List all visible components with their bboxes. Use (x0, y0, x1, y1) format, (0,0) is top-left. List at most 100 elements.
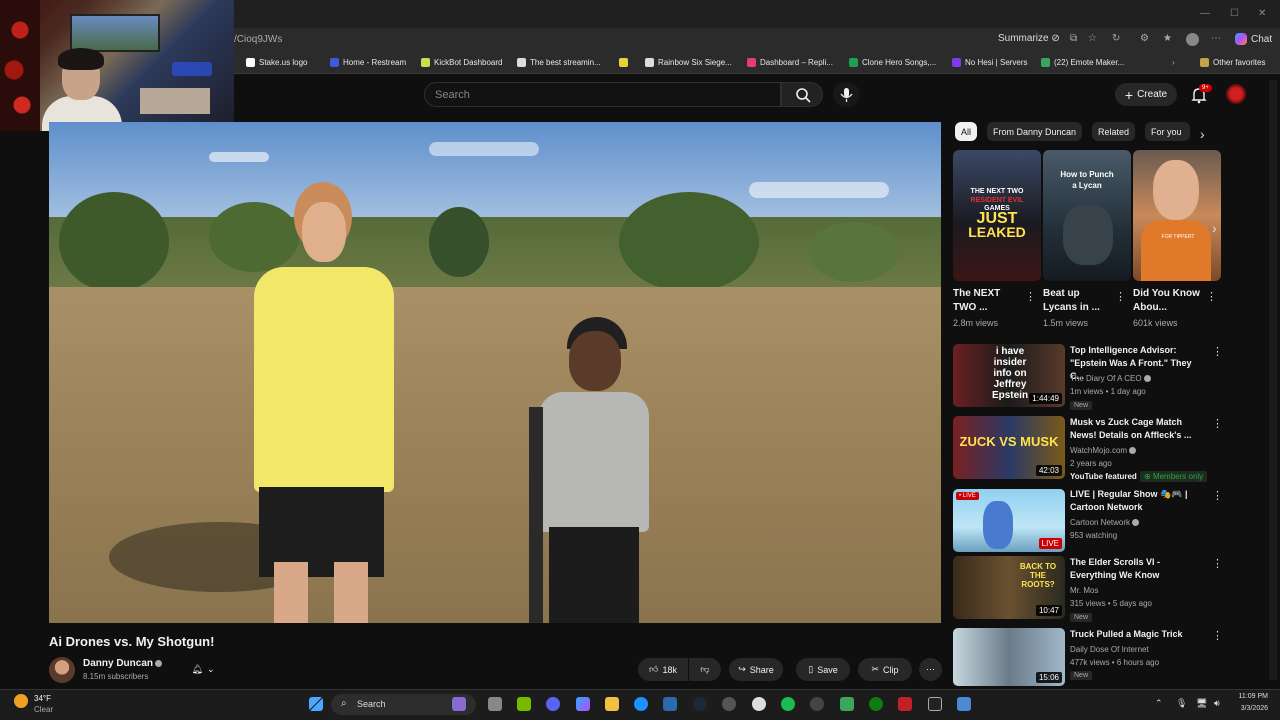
bookmark-item[interactable]: No Hesi | Servers (952, 58, 1028, 67)
nvidia-icon[interactable] (517, 697, 531, 711)
profile-avatar[interactable] (1186, 33, 1199, 46)
short-title[interactable]: Beat up Lycans in ... (1043, 287, 1115, 315)
more-vert-icon[interactable]: ⋮ (1212, 629, 1223, 642)
p-app-icon[interactable] (928, 697, 942, 711)
more-vert-icon[interactable]: ⋮ (1212, 557, 1223, 570)
bookmark-item[interactable]: Dashboard – Repli... (747, 58, 833, 67)
xbox-icon[interactable] (869, 697, 883, 711)
video-thumbnail[interactable]: 15:06 (953, 628, 1065, 686)
rec-channel[interactable]: The Diary Of A CEO (1070, 374, 1151, 383)
more-vert-icon[interactable]: ⋮ (1206, 290, 1217, 303)
windows-start-icon[interactable] (309, 697, 323, 711)
rec-title[interactable]: LIVE | Regular Show 🎭🎮 | Cartoon Network (1070, 488, 1204, 514)
rec-channel[interactable]: WatchMojo.com (1070, 446, 1137, 455)
short-title[interactable]: The NEXT TWO ... (953, 287, 1025, 315)
short-thumbnail[interactable]: How to Punch a Lycan (1043, 150, 1131, 281)
page-scrollbar[interactable] (1269, 80, 1277, 680)
rec-title[interactable]: Musk vs Zuck Cage Match News! Details on… (1070, 416, 1204, 442)
search-input[interactable]: Search (424, 82, 781, 107)
video-thumbnail[interactable]: • LIVE LIVE (953, 489, 1065, 552)
game-icon[interactable] (898, 697, 912, 711)
chip-for-you[interactable]: For you (1145, 122, 1190, 141)
app-icon[interactable] (722, 697, 736, 711)
video-thumbnail[interactable]: BACK TO THE ROOTS? 10:47 (953, 556, 1065, 619)
short-thumbnail[interactable]: FOR TIPPERT (1133, 150, 1221, 281)
more-vert-icon[interactable]: ⋮ (1212, 417, 1223, 430)
short-title[interactable]: Did You Know Abou... (1133, 287, 1205, 315)
task-view-icon[interactable] (488, 697, 502, 711)
bookmark-item[interactable]: (22) Emote Maker... (1041, 58, 1124, 67)
4k-icon[interactable] (810, 697, 824, 711)
close-icon[interactable]: ✕ (1258, 8, 1266, 19)
video-player[interactable] (49, 122, 941, 623)
create-button[interactable]: + Create (1115, 83, 1177, 106)
bookmark-item[interactable]: Home - Restream (330, 58, 406, 67)
channel-name[interactable]: Danny Duncan (83, 658, 163, 669)
clock-time[interactable]: 11:09 PM (1234, 693, 1268, 700)
obs-icon[interactable] (752, 697, 766, 711)
favorites-icon[interactable]: ★ (1163, 33, 1172, 44)
summarize-button[interactable]: Summarize ⊘ (998, 33, 1060, 44)
more-vert-icon[interactable]: ⋮ (1025, 290, 1036, 303)
weather-temp[interactable]: 34°F (34, 694, 51, 703)
app-window-icon[interactable] (957, 697, 971, 711)
refresh-icon[interactable]: ↻ (1112, 33, 1120, 44)
notification-bell-dropdown[interactable]: 🔔︎ ⌄ (180, 658, 226, 681)
more-vert-icon[interactable]: ⋮ (1115, 290, 1126, 303)
url-text[interactable]: /Cioq9JWs (234, 34, 282, 45)
chip-related[interactable]: Related (1092, 122, 1136, 141)
spotify-icon[interactable] (781, 697, 795, 711)
discord-icon[interactable] (546, 697, 560, 711)
more-menu-icon[interactable]: ⋯ (1211, 33, 1221, 44)
voice-search-button[interactable] (833, 82, 860, 107)
minimize-icon[interactable]: — (1200, 8, 1210, 19)
clock-date[interactable]: 3/3/2026 (1234, 705, 1268, 712)
more-vert-icon[interactable]: ⋮ (1212, 489, 1223, 502)
copilot-icon[interactable] (576, 697, 590, 711)
short-thumbnail[interactable]: THE NEXT TWO RESIDENT EVIL GAMES JUST LE… (953, 150, 1041, 281)
video-thumbnail[interactable]: ZUCK VS MUSK 42:03 (953, 416, 1065, 479)
search-button[interactable] (781, 82, 823, 107)
edge-icon[interactable] (634, 697, 648, 711)
bookmark-item[interactable]: Rainbow Six Siege... (645, 58, 732, 67)
maximize-icon[interactable]: ☐ (1230, 8, 1239, 19)
more-vert-icon[interactable]: ⋮ (1212, 345, 1223, 358)
clip-button[interactable]: ✂ Clip (858, 658, 912, 681)
b-app-icon[interactable] (840, 697, 854, 711)
rec-channel[interactable]: Daily Dose Of Internet (1070, 645, 1149, 654)
chip-all[interactable]: All (955, 122, 978, 141)
like-button[interactable]: 👍︎ 18k (638, 658, 688, 681)
bookmark-item[interactable]: KickBot Dashboard (421, 58, 502, 67)
tray-chevron-icon[interactable]: ⌃ (1155, 698, 1163, 709)
more-actions-button[interactable]: ⋯ (919, 658, 942, 681)
bookmark-item[interactable]: Clone Hero Songs,... (849, 58, 936, 67)
user-avatar[interactable] (1226, 84, 1246, 104)
share-button[interactable]: ↪ Share (729, 658, 783, 681)
volume-icon[interactable]: 🔊︎ (1214, 698, 1220, 709)
favorite-star-icon[interactable]: ☆ (1088, 33, 1097, 44)
save-button[interactable]: ▯ Save (796, 658, 850, 681)
bookmark-item[interactable]: The best streamin... (517, 58, 601, 67)
steam-icon[interactable] (693, 697, 707, 711)
file-explorer-icon[interactable] (605, 697, 619, 711)
rec-title[interactable]: Truck Pulled a Magic Trick (1070, 628, 1204, 641)
rec-title[interactable]: The Elder Scrolls VI - Everything We Kno… (1070, 556, 1204, 582)
extensions-icon[interactable]: ⚙ (1140, 33, 1149, 44)
video-thumbnail[interactable]: i have insider info on Jeffrey Epstein 1… (953, 344, 1065, 407)
copilot-chat-button[interactable]: Chat (1235, 33, 1272, 45)
rec-channel[interactable]: Cartoon Network (1070, 518, 1140, 527)
bookmark-item[interactable]: Stake.us logo (246, 58, 307, 67)
mic-tray-icon[interactable]: 🎙︎ (1176, 698, 1187, 709)
bookmark-item[interactable] (619, 58, 632, 67)
channel-avatar[interactable] (49, 657, 75, 683)
split-screen-icon[interactable]: ⧉ (1070, 33, 1077, 44)
rec-channel[interactable]: Mr. Mos (1070, 586, 1098, 595)
shorts-next-icon[interactable]: › (1212, 220, 1217, 236)
network-icon[interactable]: 🖥︎ (1196, 698, 1207, 709)
store-icon[interactable] (663, 697, 677, 711)
chips-next-icon[interactable]: › (1200, 126, 1205, 142)
dislike-button[interactable]: 👎︎ (689, 658, 721, 681)
bookmarks-overflow-icon[interactable]: › (1172, 58, 1175, 67)
other-favorites[interactable]: Other favorites (1200, 58, 1265, 67)
chip-from-channel[interactable]: From Danny Duncan (987, 122, 1083, 141)
